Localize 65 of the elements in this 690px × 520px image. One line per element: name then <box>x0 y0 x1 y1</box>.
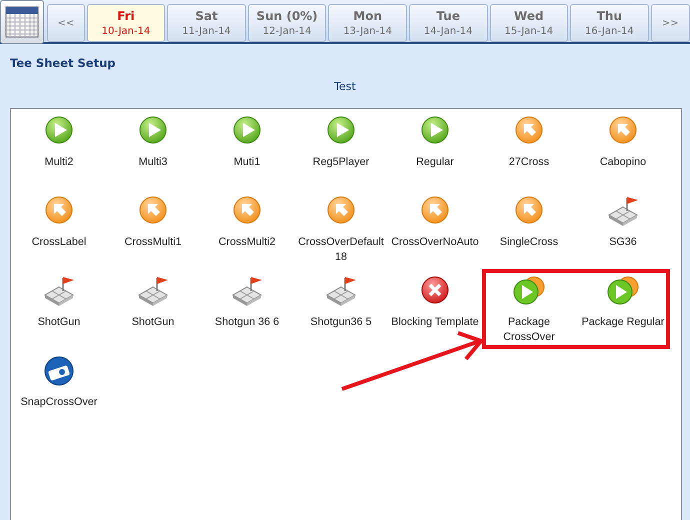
template-item[interactable]: Multi2 <box>12 109 106 189</box>
template-item[interactable]: 27Cross <box>482 109 576 189</box>
template-item[interactable]: Reg5Player <box>294 109 388 189</box>
day-tab[interactable]: Wed 15-Jan-14 <box>490 4 568 42</box>
flag-grid-icon <box>231 275 263 307</box>
template-label: ShotGun <box>38 315 80 330</box>
day-tab[interactable]: Mon 13-Jan-14 <box>328 4 407 42</box>
template-item[interactable]: SingleCross <box>482 189 576 269</box>
template-label: CrossLabel <box>32 235 86 250</box>
template-item[interactable]: CrossLabel <box>12 189 106 269</box>
template-label: Package Regular <box>582 315 664 330</box>
template-item[interactable]: SnapCrossOver <box>12 349 106 429</box>
play-icon <box>607 275 639 307</box>
template-label: SG36 <box>609 235 637 250</box>
previous-week-button[interactable]: << <box>47 4 85 42</box>
template-item[interactable]: CrossOverDefault 18 <box>294 189 388 269</box>
template-label: CrossMulti1 <box>124 235 182 250</box>
template-label: SnapCrossOver <box>20 395 98 410</box>
template-item[interactable]: Shotgun36 5 <box>294 269 388 349</box>
template-label: Reg5Player <box>312 155 370 170</box>
template-label: Regular <box>416 155 454 170</box>
day-tab[interactable]: Thu 16-Jan-14 <box>570 4 649 42</box>
template-label: Multi2 <box>44 155 74 170</box>
template-label: 27Cross <box>508 155 550 170</box>
template-item[interactable]: Regular <box>388 109 482 189</box>
template-label: Multi3 <box>138 155 168 170</box>
template-item[interactable]: SG36 <box>576 189 670 269</box>
template-item[interactable]: Cabopino <box>576 109 670 189</box>
template-label: CrossOverNoAuto <box>391 235 479 250</box>
template-item[interactable]: Multi3 <box>106 109 200 189</box>
page-title: Tee Sheet Setup <box>9 55 116 72</box>
template-label: Shotgun 36 6 <box>214 315 280 330</box>
template-item[interactable]: ShotGun <box>106 269 200 349</box>
flag-grid-icon <box>325 275 357 307</box>
template-item[interactable]: ShotGun <box>12 269 106 349</box>
next-week-button[interactable]: >> <box>650 4 690 42</box>
group-title: Test <box>333 79 357 95</box>
day-tab[interactable]: Fri 10-Jan-14 <box>86 4 166 42</box>
template-label: Muti1 <box>234 155 260 170</box>
template-label: Blocking Template <box>391 315 479 330</box>
template-item[interactable]: CrossMulti2 <box>200 189 294 269</box>
flag-grid-icon <box>137 275 169 307</box>
template-item[interactable]: Muti1 <box>200 109 294 189</box>
template-label: Cabopino <box>600 155 646 170</box>
day-tab[interactable]: Tue 14-Jan-14 <box>408 4 488 42</box>
template-item[interactable]: Blocking Template <box>388 269 482 349</box>
calendar-icon <box>5 6 40 38</box>
flag-grid-icon <box>43 275 75 307</box>
template-item[interactable]: CrossOverNoAuto <box>388 189 482 269</box>
template-item[interactable]: CrossMulti1 <box>106 189 200 269</box>
day-tab[interactable]: Sun (0%) 12-Jan-14 <box>248 4 326 42</box>
camera-icon <box>43 355 75 387</box>
template-item[interactable]: Package CrossOver <box>482 269 576 349</box>
template-label: Package CrossOver <box>502 315 556 345</box>
template-item[interactable]: Package Regular <box>576 269 670 349</box>
template-label: ShotGun <box>132 315 174 330</box>
template-label: CrossOverDefault 18 <box>297 235 385 265</box>
day-tab[interactable]: Sat 11-Jan-14 <box>167 4 246 42</box>
template-label: Shotgun36 5 <box>310 315 372 330</box>
template-item[interactable]: Shotgun 36 6 <box>200 269 294 349</box>
flag-grid-icon <box>607 195 639 227</box>
calendar-button[interactable] <box>0 0 44 44</box>
template-label: CrossMulti2 <box>218 235 276 250</box>
template-label: SingleCross <box>500 235 558 250</box>
play-icon <box>513 275 545 307</box>
